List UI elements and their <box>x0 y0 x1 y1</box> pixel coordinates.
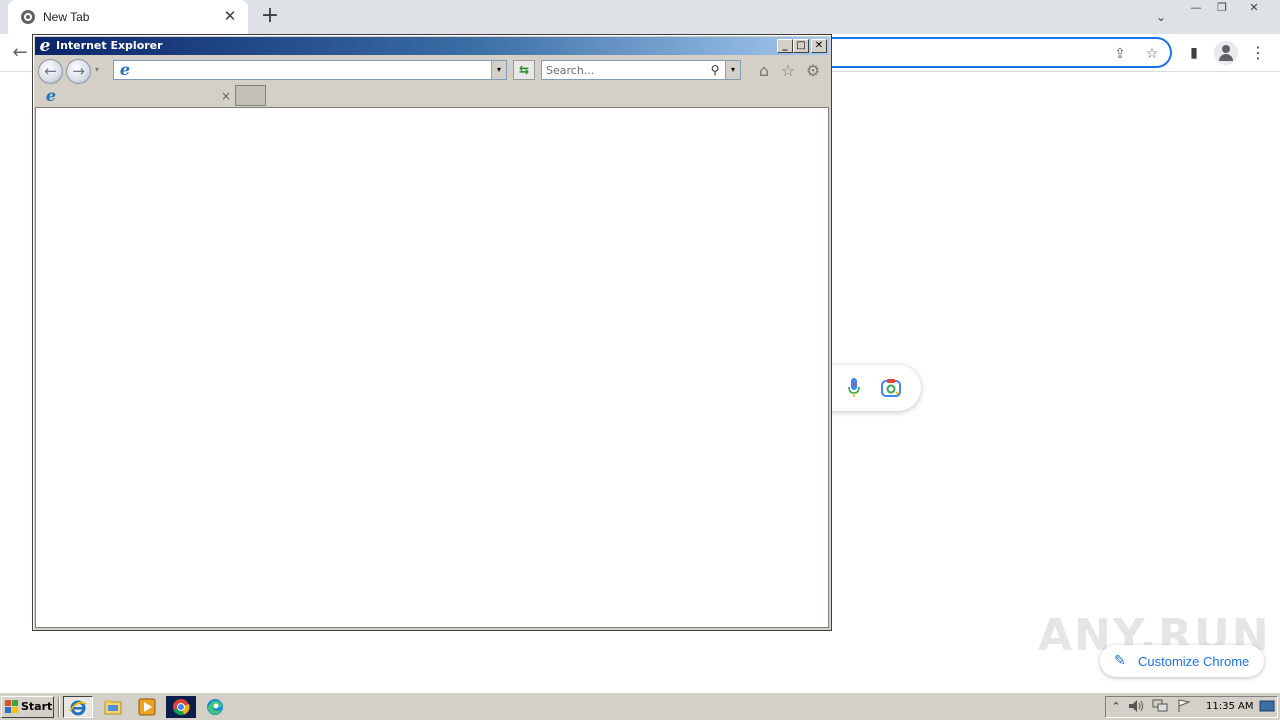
ie-maximize-button[interactable]: □ <box>793 39 809 53</box>
ie-favorites-icon[interactable]: ☆ <box>778 61 798 81</box>
google-lens-icon[interactable] <box>881 379 901 397</box>
taskbar-clock[interactable]: 11:35 AM <box>1206 701 1253 712</box>
chrome-tab-title: New Tab <box>43 10 90 24</box>
taskbar: Start ⌃ 11:35 AM <box>0 692 1280 720</box>
chrome-favicon-icon <box>21 10 35 24</box>
pencil-icon: ✎ <box>1114 653 1126 669</box>
network-icon[interactable] <box>1152 699 1168 715</box>
ie-new-tab-button[interactable] <box>235 85 266 106</box>
customize-chrome-label: Customize Chrome <box>1138 654 1250 669</box>
desktop-screen: New Tab ✕ + ⌄ — ❐ ✕ ← ⇪ ☆ ▮ ⋮ ANY.RUN ✎ … <box>0 0 1280 720</box>
chrome-menu-icon[interactable]: ⋮ <box>1247 42 1269 64</box>
ie-close-button[interactable]: ✕ <box>811 39 827 53</box>
chrome-minimize-icon[interactable]: — <box>1184 1 1208 17</box>
ie-refresh-icon[interactable]: ⇆ <box>513 60 535 80</box>
taskbar-separator <box>58 697 60 717</box>
ie-navigation-bar: ← → ▾ e ▾ ⇆ ⚲ ▾ ⌂ ☆ ⚙ <box>35 57 829 85</box>
customize-chrome-button[interactable]: ✎ Customize Chrome <box>1100 645 1264 677</box>
taskbar-media-player-icon[interactable] <box>132 696 162 718</box>
ie-tab-icon: e <box>45 86 57 105</box>
ie-titlebar[interactable]: e Internet Explorer _ □ ✕ <box>35 37 829 55</box>
profile-avatar-icon[interactable] <box>1214 41 1238 65</box>
ie-page-content[interactable] <box>35 107 829 628</box>
taskbar-chrome-icon[interactable] <box>166 696 196 718</box>
system-tray: ⌃ 11:35 AM <box>1105 696 1278 718</box>
action-center-flag-icon[interactable] <box>1176 699 1192 715</box>
ie-page-icon: e <box>119 60 131 79</box>
ie-search-dropdown-icon[interactable]: ▾ <box>725 61 740 79</box>
taskbar-file-explorer-icon[interactable] <box>98 696 128 718</box>
chrome-new-tab-button[interactable]: + <box>258 5 282 29</box>
ie-recent-pages-dropdown-icon[interactable]: ▾ <box>95 65 99 74</box>
chrome-tab-search-icon[interactable]: ⌄ <box>1150 6 1172 28</box>
chrome-close-icon[interactable]: ✕ <box>1242 1 1266 17</box>
ie-tab-blank[interactable]: e × <box>37 86 235 107</box>
show-desktop-icon[interactable] <box>1259 699 1275 715</box>
start-label: Start <box>21 700 53 713</box>
ie-back-button[interactable]: ← <box>38 59 63 84</box>
chrome-tab-strip: New Tab ✕ + ⌄ — ❐ ✕ <box>0 0 1280 34</box>
ie-address-dropdown-icon[interactable]: ▾ <box>491 61 506 79</box>
ie-address-bar[interactable]: e ▾ <box>113 60 507 80</box>
tray-expand-icon[interactable]: ⌃ <box>1108 699 1124 715</box>
chrome-back-icon[interactable]: ← <box>8 42 32 64</box>
chrome-tab-new-tab[interactable]: New Tab ✕ <box>8 0 248 34</box>
windows-flag-icon <box>5 700 18 713</box>
start-button[interactable]: Start <box>1 696 54 718</box>
side-panel-icon[interactable]: ▮ <box>1183 42 1205 64</box>
ie-window-title: Internet Explorer <box>56 39 163 52</box>
ie-tools-gear-icon[interactable]: ⚙ <box>803 61 823 81</box>
chrome-omnibox[interactable]: ⇪ ☆ <box>820 37 1172 68</box>
ie-logo-icon: e <box>39 36 51 56</box>
taskbar-internet-explorer-icon[interactable] <box>63 696 93 718</box>
chrome-tab-close-icon[interactable]: ✕ <box>220 6 240 26</box>
ie-search-input[interactable] <box>546 62 706 78</box>
ie-window: e Internet Explorer _ □ ✕ ← → ▾ e ▾ ⇆ ⚲ … <box>32 34 832 631</box>
microphone-icon[interactable] <box>848 378 860 398</box>
ie-search-icon[interactable]: ⚲ <box>707 62 723 78</box>
ie-minimize-button[interactable]: _ <box>777 39 793 53</box>
ie-search-box[interactable]: ⚲ ▾ <box>541 60 741 80</box>
volume-icon[interactable] <box>1128 699 1144 715</box>
taskbar-edge-icon[interactable] <box>200 696 230 718</box>
ie-tab-row: e × <box>35 85 829 107</box>
bookmark-star-icon[interactable]: ☆ <box>1142 44 1162 64</box>
ie-address-input[interactable] <box>136 62 486 78</box>
ie-home-icon[interactable]: ⌂ <box>754 61 774 81</box>
ie-tab-close-icon[interactable]: × <box>219 88 233 104</box>
share-icon[interactable]: ⇪ <box>1110 44 1130 64</box>
ie-forward-button[interactable]: → <box>66 59 91 84</box>
chrome-restore-icon[interactable]: ❐ <box>1210 1 1234 17</box>
